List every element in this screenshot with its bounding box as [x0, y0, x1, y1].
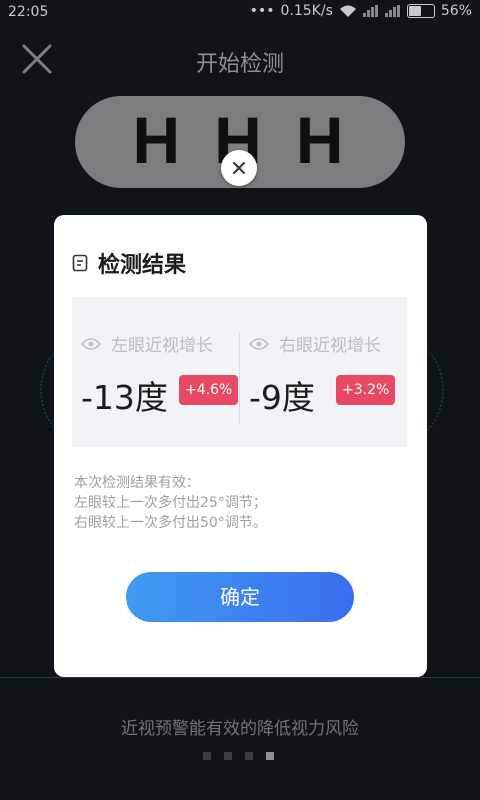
left-eye-value: -13度 — [81, 378, 168, 417]
signal-icon — [362, 5, 379, 17]
page-dot[interactable] — [224, 752, 232, 760]
signal-icon-2 — [384, 5, 401, 17]
battery-level: 56% — [440, 3, 472, 19]
status-right: ••• 0.15K/s 56% — [250, 3, 472, 19]
left-eye-label-row: 左眼近视增长 — [81, 331, 213, 356]
dialog-title: 检测结果 — [98, 253, 187, 278]
right-eye-label: 右眼近视增长 — [279, 336, 381, 356]
note-line: 左眼较上一次多付出25°调节； — [74, 495, 267, 511]
note-line: 本次检测结果有效： — [74, 475, 200, 491]
page-dot-active[interactable] — [266, 752, 274, 760]
page-dot[interactable] — [203, 752, 211, 760]
dialog-header: 检测结果 — [72, 247, 186, 279]
left-eye-result: 左眼近视增长 -13度 +4.6% — [72, 297, 239, 447]
result-box: 左眼近视增长 -13度 +4.6% 右眼近视增长 -9度 +3.2% — [72, 297, 407, 447]
background-divider — [0, 677, 480, 678]
eye-icon — [81, 337, 101, 350]
page-dot[interactable] — [245, 752, 253, 760]
right-eye-result: 右眼近视增长 -9度 +3.2% — [240, 297, 407, 447]
page-indicator — [203, 752, 274, 760]
result-dialog: 检测结果 左眼近视增长 -13度 +4.6% 右眼近视增长 -9度 +3.2% … — [54, 215, 427, 677]
close-icon-small — [233, 162, 245, 174]
more-dots-icon: ••• — [249, 3, 275, 19]
right-eye-value: -9度 — [249, 378, 315, 417]
result-note: 本次检测结果有效： 左眼较上一次多付出25°调节； 右眼较上一次多付出50°调节… — [74, 473, 267, 533]
page-title: 开始检测 — [195, 52, 284, 77]
dialog-close-button[interactable] — [221, 150, 257, 186]
slogan-text: 近视预警能有效的降低视力风险 — [121, 719, 359, 739]
battery-icon — [406, 4, 435, 18]
right-eye-label-row: 右眼近视增长 — [249, 331, 381, 356]
status-bar: 22:05 ••• 0.15K/s 56% — [0, 0, 480, 26]
confirm-button[interactable]: 确定 — [126, 572, 354, 622]
left-eye-change-badge: +4.6% — [179, 375, 239, 405]
network-speed: 0.15K/s — [280, 3, 333, 19]
status-time: 22:05 — [8, 4, 49, 20]
eye-icon — [249, 337, 269, 350]
note-line: 右眼较上一次多付出50°调节。 — [74, 515, 267, 531]
left-eye-label: 左眼近视增长 — [111, 336, 213, 356]
right-eye-change-badge: +3.2% — [336, 375, 396, 405]
document-icon — [72, 254, 88, 272]
wifi-icon — [339, 5, 356, 17]
